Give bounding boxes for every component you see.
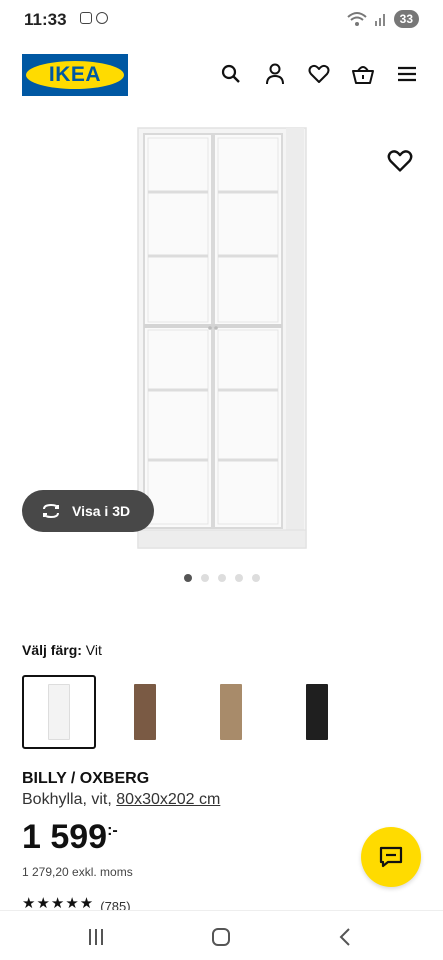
site-header: IKEA [0,52,443,98]
home-button[interactable] [212,928,230,946]
notification-icons [80,12,108,24]
product-rating[interactable]: ★★★★★ (785) [22,897,131,911]
status-bar: 11:33 33 [0,0,443,40]
price-value: 1 599 [22,818,108,856]
carousel-dots [184,574,260,582]
swatch-thumbnail [134,684,156,740]
product-type: Bokhylla, vit, [22,791,112,808]
battery-badge: 33 [393,10,419,28]
alert-icon [96,12,108,24]
wifi-icon [346,12,367,26]
swatch-walnut[interactable] [108,675,182,749]
status-right: 33 [346,10,419,28]
rating-stars: ★★★★★ [22,897,95,911]
carousel-dot[interactable] [252,574,260,582]
carousel-dot[interactable] [201,574,209,582]
chat-button[interactable] [361,827,421,887]
swatch-thumbnail [48,684,70,740]
color-swatches [22,675,354,749]
system-nav-bar [0,910,443,960]
product-image[interactable] [120,120,320,560]
chat-icon [379,846,403,868]
color-picker-label: Välj färg: Vit [22,642,102,658]
basket-icon[interactable] [351,62,375,86]
logo-oval: IKEA [26,61,124,89]
swatch-thumbnail [306,684,328,740]
swatch-white[interactable] [22,675,96,749]
product-description: Bokhylla, vit, 80x30x202 cm [22,791,220,809]
header-icons [219,62,419,86]
carousel-dot[interactable] [184,574,192,582]
add-to-favourites-icon[interactable] [387,148,413,174]
swatch-oak[interactable] [194,675,268,749]
product-price: 1 599 :- [22,818,118,857]
product-name: BILLY / OXBERG [22,770,150,787]
menu-icon[interactable] [395,62,419,86]
view-in-3d-label: Visa i 3D [72,503,131,519]
screenshot-icon [80,12,92,24]
price-excl-vat: 1 279,20 exkl. moms [22,865,133,879]
logo-text: IKEA [48,63,102,86]
status-time: 11:33 [24,10,67,29]
signal-icon [374,14,385,26]
ikea-logo[interactable]: IKEA [22,54,128,96]
product-dimensions-link[interactable]: 80x30x202 cm [116,791,220,808]
swatch-thumbnail [220,684,242,740]
swatch-black-brown[interactable] [280,675,354,749]
carousel-dot[interactable] [235,574,243,582]
account-icon[interactable] [263,62,287,86]
color-label-text: Välj färg: [22,642,82,658]
search-icon[interactable] [219,62,243,86]
selected-color-value: Vit [85,642,102,658]
carousel-dot[interactable] [218,574,226,582]
rotate-icon [43,503,59,519]
heart-icon[interactable] [307,62,331,86]
price-suffix: :- [107,822,118,839]
view-in-3d-button[interactable]: Visa i 3D [22,490,154,532]
recent-apps-button[interactable] [89,929,107,945]
back-button[interactable] [338,927,352,947]
